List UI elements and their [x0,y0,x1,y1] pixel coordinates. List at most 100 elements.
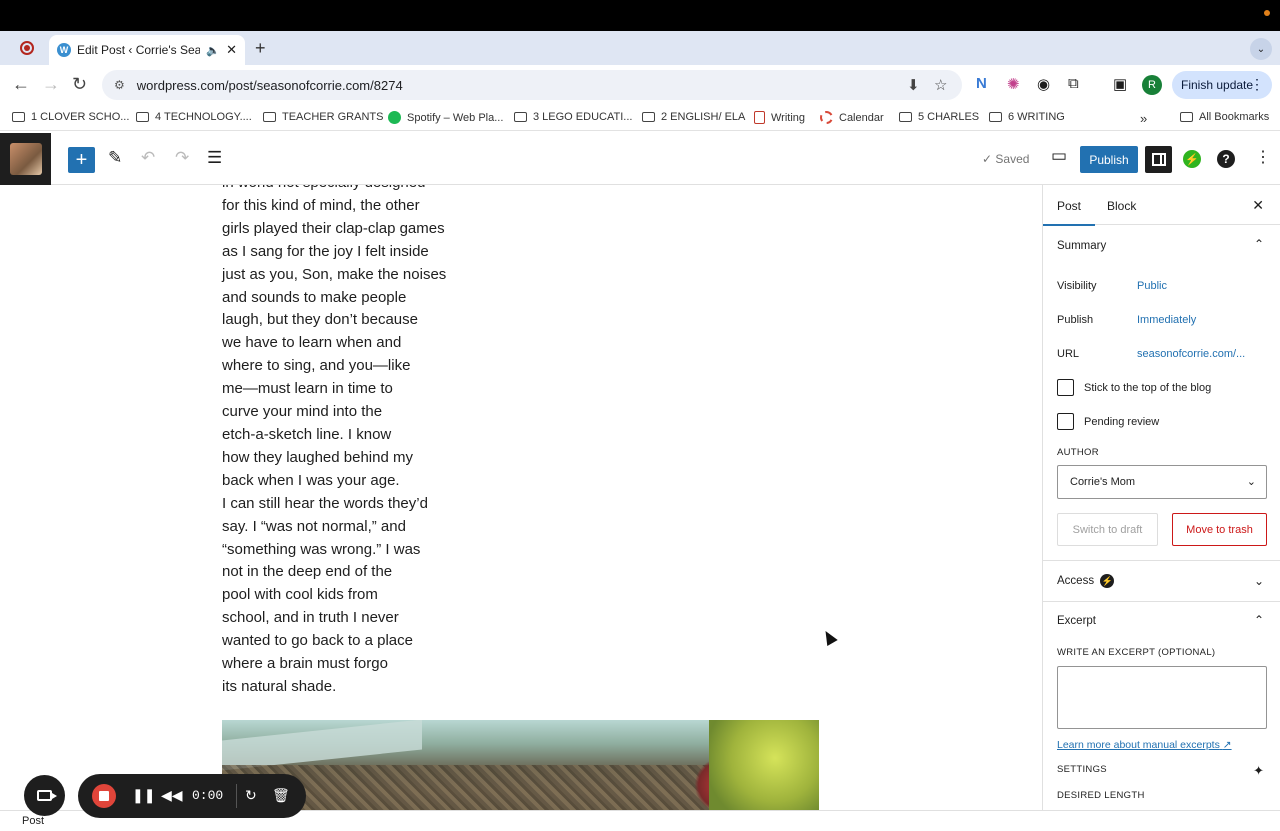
status-dot [1264,10,1270,16]
install-app-icon[interactable]: ⬇ [907,76,920,94]
editor-canvas: in world not specially designedfor this … [0,185,1042,810]
undo-icon[interactable]: ↶ [141,148,155,168]
notion-extension-icon[interactable]: N [976,75,987,92]
restart-icon[interactable]: ↻ [245,787,257,804]
side-panel-icon[interactable]: ▣ [1113,75,1127,93]
block-inserter-button[interactable]: + [68,147,95,173]
summary-panel-header[interactable]: Summary ⌃ [1043,225,1280,265]
bookmark-item[interactable]: 1 CLOVER SCHO... [12,111,129,123]
bookmark-item[interactable]: 5 CHARLES [899,111,979,123]
bookmark-item[interactable]: 4 TECHNOLOGY.... [136,111,252,123]
help-icon[interactable]: ? [1217,150,1235,168]
back-arrow-icon[interactable]: ← [12,74,30,95]
divider [1043,601,1280,602]
finish-update-label: Finish update [1181,78,1254,92]
extensions-puzzle-icon[interactable]: ⧉ [1068,75,1079,92]
redo-icon[interactable]: ↷ [175,148,189,168]
folder-icon [514,112,527,122]
poem-paragraph[interactable]: in world not specially designedfor this … [222,185,522,699]
url-toggle[interactable]: seasonofcorrie.com/... [1137,348,1245,360]
author-select[interactable]: Corrie's Mom ⌄ [1057,465,1267,499]
checkbox-box[interactable] [1057,413,1074,430]
tab-block[interactable]: Block [1107,199,1136,213]
recording-timer: 0:00 [192,788,224,803]
tab-title: Edit Post ‹ Corrie's Seaso [77,43,201,57]
profile-avatar[interactable]: R [1142,75,1162,95]
bookmark-item[interactable]: All Bookmarks [1180,111,1269,123]
stick-to-top-checkbox[interactable]: Stick to the top of the blog [1057,379,1211,396]
excerpt-learn-more-link[interactable]: Learn more about manual excerpts ↗ [1057,739,1232,751]
browser-tab-edit-post[interactable]: W Edit Post ‹ Corrie's Seaso 🔈 ✕ [49,35,245,65]
bookmark-item[interactable]: 3 LEGO EDUCATI... [514,111,632,123]
camera-toggle-icon[interactable] [24,775,65,816]
poem-line: I can still hear the words they’d [222,494,428,512]
speaker-icon[interactable]: 🔈 [206,44,220,57]
bookmark-item[interactable]: 6 WRITING [989,111,1065,123]
author-label: AUTHOR [1057,447,1099,458]
pause-icon[interactable]: ❚❚ [132,787,155,804]
bookmark-item[interactable]: Spotify – Web Pla... [388,111,503,124]
visibility-row: Visibility Public [1057,280,1167,292]
browser-menu-icon[interactable]: ⋮ [1250,76,1264,93]
stop-recording-button[interactable] [92,784,116,808]
folder-icon [12,112,25,122]
image-block[interactable] [222,720,819,810]
bookmark-item[interactable]: TEACHER GRANTS [263,111,383,123]
os-top-bar [0,0,1280,31]
tools-pencil-icon[interactable]: ✎ [108,148,122,168]
breadcrumb-post[interactable]: Post [22,815,44,827]
record-extension-icon[interactable]: ◉ [1037,75,1050,93]
browser-tab-strip: W Edit Post ‹ Corrie's Seaso 🔈 ✕ + ⌄ [0,31,1280,65]
forward-arrow-icon[interactable]: → [42,74,60,95]
poem-line: where a brain must forgo [222,655,388,673]
rewind-icon[interactable]: ◀◀ [161,787,183,804]
settings-toggle-icon[interactable] [1145,146,1172,173]
bookmark-star-icon[interactable]: ☆ [934,76,947,94]
document-overview-icon[interactable]: ☰ [207,148,222,168]
poem-line: laugh, but they don’t because [222,311,418,329]
options-menu-icon[interactable]: ⋮ [1255,147,1271,167]
finish-update-button[interactable]: Finish update ⋮ [1172,71,1272,99]
excerpt-textarea[interactable] [1057,666,1267,729]
publish-date-toggle[interactable]: Immediately [1137,314,1196,326]
preview-desktop-icon[interactable]: ▭ [1051,146,1067,166]
tab-post[interactable]: Post [1043,199,1096,226]
ai-sparkle-icon[interactable]: ✦ [1253,763,1264,779]
close-tab-icon[interactable]: ✕ [226,42,237,58]
folder-icon [136,112,149,122]
access-panel-header[interactable]: Access ⚡ [1057,574,1115,588]
checkbox-box[interactable] [1057,379,1074,396]
pending-review-checkbox[interactable]: Pending review [1057,413,1159,430]
folder-icon [989,112,1002,122]
bookmarks-bar: 1 CLOVER SCHO... 4 TECHNOLOGY.... TEACHE… [0,105,1280,131]
site-icon-button[interactable] [0,133,51,185]
poem-line: school, and in truth I never [222,609,399,627]
poem-line: me—must learn in time to [222,380,393,398]
switch-to-draft-button[interactable]: Switch to draft [1057,513,1158,546]
chevron-down-icon[interactable]: ⌄ [1254,574,1264,588]
more-bookmarks-icon[interactable]: » [1140,111,1147,126]
move-to-trash-button[interactable]: Move to trash [1172,513,1267,546]
new-tab-icon[interactable]: + [255,38,266,59]
reload-icon[interactable]: ↻ [72,74,87,95]
chevron-up-icon[interactable]: ⌃ [1254,613,1264,627]
tab-search-chevron-icon[interactable]: ⌄ [1250,38,1272,60]
bookmark-item[interactable]: Calendar [820,111,884,124]
folder-icon [642,112,655,122]
jetpack-icon[interactable]: ⚡ [1183,150,1201,168]
publish-button[interactable]: Publish [1080,146,1138,173]
close-sidebar-icon[interactable]: ✕ [1252,197,1264,214]
trash-icon[interactable]: 🗑 [272,787,290,804]
color-extension-icon[interactable]: ✺ [1007,75,1020,93]
address-bar[interactable]: ⚙ wordpress.com/post/seasonofcorrie.com/… [102,70,962,100]
visibility-toggle[interactable]: Public [1137,280,1167,292]
site-info-icon[interactable]: ⚙ [114,78,125,92]
settings-label: SETTINGS [1057,764,1107,775]
sidebar-tabs: Post Block ✕ [1043,185,1280,226]
bookmark-item[interactable]: Writing [754,111,805,124]
excerpt-panel-header[interactable]: Excerpt [1057,615,1096,627]
poem-line: “something was wrong.” I was [222,540,421,558]
bookmark-item[interactable]: 2 ENGLISH/ ELA [642,111,745,123]
poem-line: how they laughed behind my [222,448,413,466]
poem-line: back when I was your age. [222,471,400,489]
